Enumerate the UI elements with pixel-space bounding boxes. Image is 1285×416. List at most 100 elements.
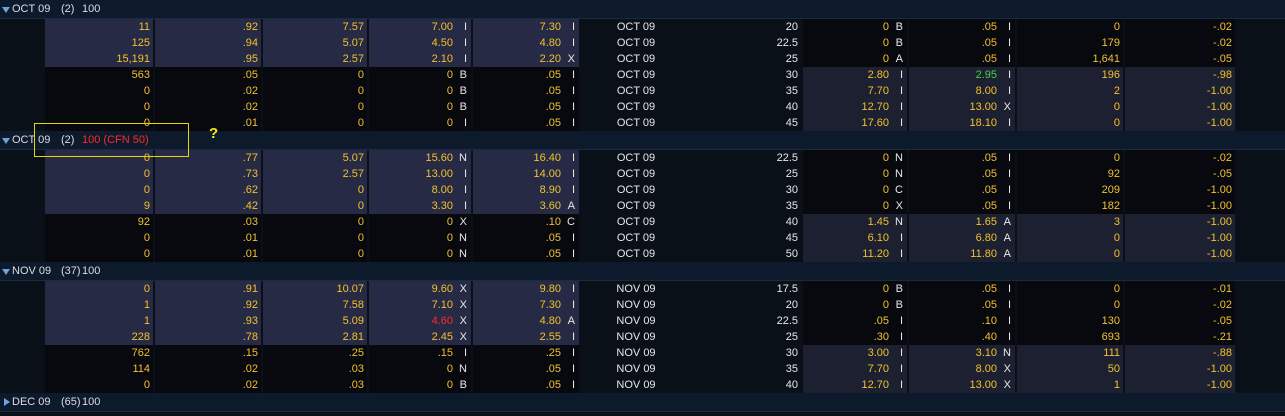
call-delta[interactable]: .91 [155,281,261,297]
call-bid[interactable]: 13.00 I [369,166,471,182]
call-intrinsic[interactable]: .03 [263,361,367,377]
strike-price[interactable]: 45 [693,115,801,131]
put-delta[interactable]: -1.00 [1125,230,1235,246]
call-intrinsic[interactable]: 5.07 [263,35,367,51]
call-intrinsic[interactable]: 2.57 [263,166,367,182]
call-bid[interactable]: 4.50 I [369,35,471,51]
call-delta[interactable]: .02 [155,377,261,393]
put-delta[interactable]: -.05 [1125,51,1235,67]
put-ask[interactable]: .10 I [909,313,1015,329]
put-bid[interactable]: 0A [803,51,907,67]
put-volume[interactable]: 1 [1017,377,1123,393]
call-ask[interactable]: 4.80 A [473,313,579,329]
call-bid[interactable]: 0N [369,230,471,246]
call-volume[interactable]: 0 [45,246,153,262]
strike-price[interactable]: 35 [693,361,801,377]
put-bid[interactable]: .30 I [803,329,907,345]
put-volume[interactable]: 1,641 [1017,51,1123,67]
call-intrinsic[interactable]: 7.57 [263,19,367,35]
call-intrinsic[interactable]: 0 [263,83,367,99]
collapse-triangle-icon[interactable] [2,138,10,144]
call-intrinsic[interactable]: 10.07 [263,281,367,297]
put-volume[interactable]: 0 [1017,230,1123,246]
call-ask[interactable]: .05 I [473,67,579,83]
strike-price[interactable]: 22.5 [693,35,801,51]
put-volume[interactable]: 92 [1017,166,1123,182]
call-delta[interactable]: .05 [155,67,261,83]
put-delta[interactable]: -.05 [1125,166,1235,182]
chain-row[interactable]: 0.91 10.07 9.60 X 9.80 I NOV 09 17.5 0 B .05 I 0 -.01 [0,281,1285,297]
chain-row[interactable]: 114 .02 .03 0 N .05 I NOV 09 35 7.70 I 8.00 X 50 -1.00 [0,361,1285,377]
put-bid[interactable]: 12.70 I [803,99,907,115]
call-ask[interactable]: 8.90 I [473,182,579,198]
put-bid[interactable]: 0N [803,150,907,166]
put-ask[interactable]: .05 I [909,182,1015,198]
chain-row[interactable]: 15,191.95 2.57 2.10 I 2.20 X OCT 09 25 0 A .05 I 1,6… [0,51,1285,67]
put-delta[interactable]: -1.00 [1125,99,1235,115]
call-bid[interactable]: 3.30 I [369,198,471,214]
call-ask[interactable]: .05 I [473,83,579,99]
call-ask[interactable]: 7.30 I [473,297,579,313]
call-delta[interactable]: .02 [155,99,261,115]
put-ask[interactable]: .05 I [909,281,1015,297]
call-intrinsic[interactable]: 0 [263,67,367,83]
call-bid[interactable]: 8.00 I [369,182,471,198]
chain-row[interactable]: 563.05 0 0 B .05 I OCT 09 30 2.80 I 2.95 I 196 -.98 [0,67,1285,83]
call-intrinsic[interactable]: 0 [263,99,367,115]
chain-row[interactable]: 0.01 0 0 I .05 I OCT 09 45 17.60 I 18.10 I 0 -1.00 [0,115,1285,131]
call-ask[interactable]: .05 I [473,246,579,262]
strike-price[interactable]: 30 [693,182,801,198]
strike-price[interactable]: 22.5 [693,150,801,166]
call-bid[interactable]: 0B [369,377,471,393]
strike-price[interactable]: 20 [693,297,801,313]
call-volume[interactable]: 228 [45,329,153,345]
call-delta[interactable]: .03 [155,214,261,230]
call-volume[interactable]: 15,191 [45,51,153,67]
call-ask[interactable]: 2.20 X [473,51,579,67]
strike-price[interactable]: 25 [693,329,801,345]
call-volume[interactable]: 0 [45,166,153,182]
call-bid[interactable]: 9.60 X [369,281,471,297]
call-delta[interactable]: .92 [155,297,261,313]
put-bid[interactable]: 0B [803,19,907,35]
put-ask[interactable]: 13.00 X [909,377,1015,393]
call-volume[interactable]: 0 [45,230,153,246]
expiry-group-header[interactable]: DEC 09 (65) 100 [0,393,1285,412]
chain-row[interactable]: 762 .15 .25 .15 I .25 I NOV 09 30 3.00 I 3.10 N 111 -.… [0,345,1285,361]
put-ask[interactable]: .05 I [909,297,1015,313]
call-ask[interactable]: .05 I [473,115,579,131]
call-intrinsic[interactable]: 2.81 [263,329,367,345]
call-bid[interactable]: 2.10 I [369,51,471,67]
call-delta[interactable]: .93 [155,313,261,329]
call-intrinsic[interactable]: 0 [263,115,367,131]
put-volume[interactable]: 111 [1017,345,1123,361]
chain-row[interactable]: 0 .77 5.07 15.60 N 16.40 I OCT 09 22.5 0 N .05 I 0 -.0… [0,150,1285,166]
put-volume[interactable]: 2 [1017,83,1123,99]
put-delta[interactable]: -1.00 [1125,83,1235,99]
put-bid[interactable]: 6.10 I [803,230,907,246]
strike-price[interactable]: 35 [693,83,801,99]
call-intrinsic[interactable]: 7.58 [263,297,367,313]
call-intrinsic[interactable]: 5.09 [263,313,367,329]
call-intrinsic[interactable]: 0 [263,182,367,198]
put-bid[interactable]: 0C [803,182,907,198]
chain-row[interactable]: 0.01 0 0 N .05 I OCT 09 50 11.20 I 11.80 A 0 -1.00 [0,246,1285,262]
chain-row[interactable]: 0.01 0 0 N .05 I OCT 09 45 6.10 I 6.80 A 0 -1.00 [0,230,1285,246]
expiry-group-header[interactable]: OCT 09 (2) 100 (CFN 50) [0,131,1285,150]
chain-row[interactable]: 228 .78 2.81 2.45 X 2.55 I NOV 09 25 .30 I .40 I 693 -… [0,329,1285,345]
put-delta[interactable]: -1.00 [1125,361,1235,377]
call-ask[interactable]: 2.55 I [473,329,579,345]
call-ask[interactable]: .05 I [473,230,579,246]
put-delta[interactable]: -.02 [1125,19,1235,35]
call-bid[interactable]: 0I [369,115,471,131]
put-ask[interactable]: .05 I [909,19,1015,35]
chain-row[interactable]: 0.02 0 0 B .05 I OCT 09 35 7.70 I 8.00 I 2 -1.00 [0,83,1285,99]
call-delta[interactable]: .92 [155,19,261,35]
expand-triangle-icon[interactable] [4,398,10,406]
put-ask[interactable]: .40 I [909,329,1015,345]
call-volume[interactable]: 563 [45,67,153,83]
call-ask[interactable]: .05 I [473,361,579,377]
call-ask[interactable]: 9.80 I [473,281,579,297]
put-volume[interactable]: 0 [1017,115,1123,131]
call-volume[interactable]: 0 [45,281,153,297]
